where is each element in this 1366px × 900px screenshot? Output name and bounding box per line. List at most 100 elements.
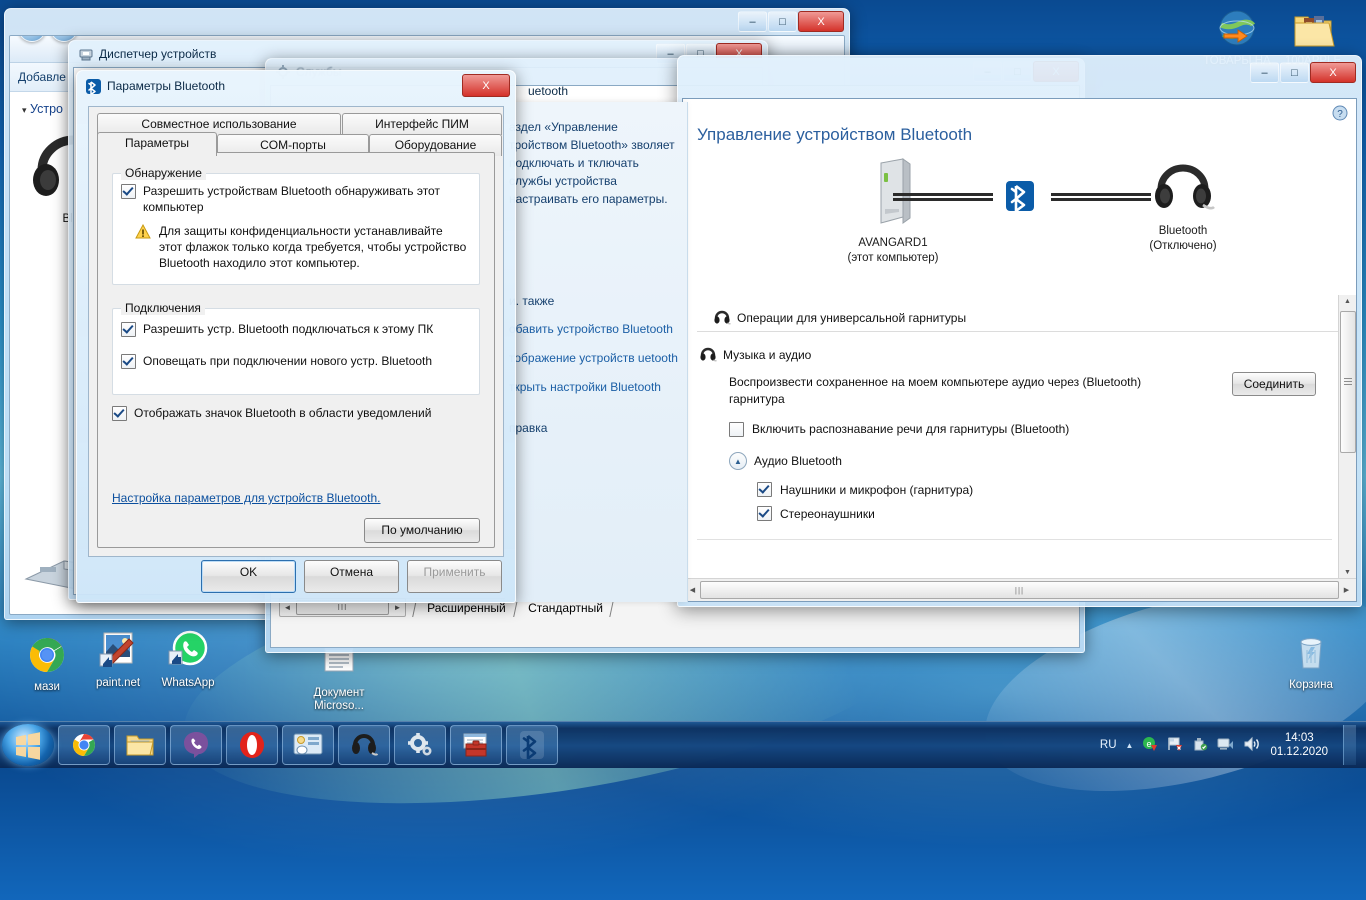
chevron-up-icon[interactable]: ▲	[729, 452, 747, 470]
connect-button[interactable]: Соединить	[1232, 372, 1316, 396]
dialog-controls[interactable]: X	[462, 74, 510, 97]
local-computer-name: AVANGARD1	[858, 237, 928, 249]
scroll-down-arrow[interactable]: ▼	[1339, 569, 1356, 576]
back-button[interactable]	[18, 36, 46, 42]
tray-icon-row[interactable]: Отображать значок Bluetooth в области ув…	[112, 406, 431, 421]
audio-item-checkbox[interactable]	[757, 506, 772, 521]
taskbar[interactable]: RU ▲ e 14:03 01.12.2020	[0, 721, 1366, 768]
scroll-left-arrow[interactable]: ◄	[280, 603, 295, 612]
svg-text:?: ?	[1337, 109, 1343, 120]
see-also-link-display[interactable]: тображение устройств uetooth	[505, 339, 687, 368]
discovery-checkbox-row[interactable]: Разрешить устройствам Bluetooth обнаружи…	[113, 174, 479, 215]
show-hidden-icons-button[interactable]: ▲	[1126, 741, 1134, 750]
ok-button[interactable]: OK	[201, 560, 296, 593]
notify-connect-row[interactable]: Оповещать при подключении нового устр. B…	[113, 337, 479, 369]
language-indicator[interactable]: RU	[1100, 739, 1117, 751]
speech-recognition-label: Включить распознавание речи для гарнитур…	[752, 422, 1070, 436]
allow-discovery-checkbox[interactable]	[121, 184, 136, 199]
clock[interactable]: 14:03 01.12.2020	[1270, 731, 1328, 759]
cancel-button[interactable]: Отмена	[304, 560, 399, 593]
chevron-down-icon: ▾	[22, 105, 27, 115]
tab-standard[interactable]: Стандартный	[512, 600, 614, 617]
scroll-right-arrow[interactable]: ▶	[1339, 586, 1354, 594]
minimize-button[interactable]: –	[738, 11, 767, 32]
audio-group-toggle[interactable]: ▲ Аудио Bluetooth	[729, 452, 1356, 470]
add-device-command[interactable]: Добавле	[18, 70, 66, 84]
bluetooth-icon	[1005, 179, 1035, 216]
bluetooth-device-settings-link[interactable]: Настройка параметров для устройств Bluet…	[112, 491, 381, 505]
close-button[interactable]: X	[798, 11, 844, 32]
speech-recognition-row[interactable]: Включить распознавание речи для гарнитур…	[729, 422, 1356, 437]
taskbar-button-services[interactable]	[394, 725, 446, 765]
chrome-taskbar-icon	[73, 734, 95, 756]
bluetooth-window-left-panel: аздел «Управление тройством Bluetooth» з…	[505, 102, 688, 602]
allow-connect-checkbox[interactable]	[121, 322, 136, 337]
tab-parameters[interactable]: Параметры	[97, 132, 217, 156]
taskbar-button-chrome[interactable]	[58, 725, 110, 765]
headset-icon	[1155, 164, 1215, 210]
services-vertical-scrollbar[interactable]: ▲ ▼	[1338, 295, 1356, 578]
start-button[interactable]	[2, 724, 54, 766]
speech-recognition-checkbox[interactable]	[729, 422, 744, 437]
taskbar-button-explorer[interactable]	[114, 725, 166, 765]
content-horizontal-scrollbar[interactable]: ◀ ||| ▶	[683, 578, 1356, 601]
close-button[interactable]: X	[462, 74, 510, 97]
dialog-tabstrip[interactable]: Совместное использование Интерфейс ПИМ П…	[97, 113, 502, 156]
audio-item-stereo[interactable]: Стереонаушники	[757, 506, 1356, 521]
explorer-taskbar-icon	[126, 735, 154, 756]
bluetooth-settings-dialog[interactable]: Параметры Bluetooth X Совместное использ…	[76, 70, 516, 603]
bluetooth-window-title: uetooth	[528, 84, 569, 98]
system-tray[interactable]: RU ▲ e 14:03 01.12.2020	[1100, 725, 1366, 765]
taskbar-button-toolbox[interactable]	[450, 725, 502, 765]
devices-window-controls[interactable]: – □ X	[738, 11, 844, 32]
volume-tray-icon[interactable]	[1243, 736, 1261, 755]
show-desktop-button[interactable]	[1343, 725, 1356, 765]
dialog-title: Параметры Bluetooth	[107, 79, 226, 93]
defaults-button[interactable]: По умолчанию	[364, 518, 480, 543]
safely-remove-icon[interactable]	[1192, 736, 1208, 755]
scroll-right-arrow[interactable]: ►	[390, 603, 405, 612]
folder-pictures-icon	[1270, 6, 1356, 52]
show-tray-icon-checkbox[interactable]	[112, 406, 127, 421]
maximize-button[interactable]: □	[768, 11, 797, 32]
close-button[interactable]: X	[1310, 62, 1356, 83]
globe-shortcut-icon	[1194, 6, 1280, 52]
scroll-thumb[interactable]	[1340, 311, 1356, 453]
help-link[interactable]: правка	[505, 397, 687, 435]
taskbar-button-opera[interactable]	[226, 725, 278, 765]
taskbar-button-viber[interactable]	[170, 725, 222, 765]
device-manager-icon	[78, 46, 94, 62]
bluetooth-window-titlebar[interactable]: uetooth – □ X	[528, 56, 1361, 98]
help-question-icon[interactable]: ?	[1332, 105, 1348, 121]
section-header-headset: Операции для универсальной гарнитуры	[697, 305, 1342, 332]
audio-group-label: Аудио Bluetooth	[754, 454, 842, 468]
dialog-action-buttons[interactable]: OK Отмена Применить	[201, 560, 502, 593]
scroll-up-arrow[interactable]: ▲	[1339, 295, 1356, 305]
services-taskbar-icon	[408, 733, 432, 756]
notify-connect-checkbox[interactable]	[121, 354, 136, 369]
audio-item-headset[interactable]: Наушники и микрофон (гарнитура)	[757, 482, 1356, 497]
discovery-group: Обнаружение Разрешить устройствам Blueto…	[112, 166, 480, 285]
see-also-link-settings[interactable]: ткрыть настройки Bluetooth	[505, 368, 687, 397]
network-tray-icon[interactable]	[1217, 736, 1234, 755]
maximize-button[interactable]: □	[1280, 62, 1309, 83]
desktop-icon-recycle-bin[interactable]: Корзина	[1268, 630, 1354, 692]
audio-item-checkbox[interactable]	[757, 482, 772, 497]
bluetooth-management-window[interactable]: uetooth – □ X ? Управление устройством B…	[528, 55, 1362, 607]
desktop-icon-whatsapp[interactable]: WhatsApp	[145, 628, 231, 690]
taskbar-button-devices-printers[interactable]	[282, 725, 334, 765]
bluetooth-window-controls[interactable]: – □ X	[1250, 62, 1356, 83]
taskbar-button-bluetooth[interactable]	[506, 725, 558, 765]
antivirus-tray-icon[interactable]: e	[1142, 736, 1158, 755]
allow-connect-label: Разрешить устр. Bluetooth подключаться к…	[143, 322, 434, 336]
minimize-button[interactable]: –	[1250, 62, 1279, 83]
scroll-thumb[interactable]: |||	[700, 581, 1339, 599]
flag-action-center-icon[interactable]	[1167, 736, 1183, 755]
taskbar-button-headset[interactable]	[338, 725, 390, 765]
tab-pim-interface[interactable]: Интерфейс ПИМ	[342, 113, 502, 135]
see-also-link-add[interactable]: обавить устройство Bluetooth	[505, 308, 687, 339]
bluetooth-services-panel: Операции для универсальной гарнитуры Муз…	[683, 295, 1356, 578]
dialog-titlebar[interactable]: Параметры Bluetooth X	[77, 71, 515, 103]
section-divider	[697, 539, 1332, 540]
devices-window-titlebar[interactable]: – □ X	[5, 9, 849, 36]
